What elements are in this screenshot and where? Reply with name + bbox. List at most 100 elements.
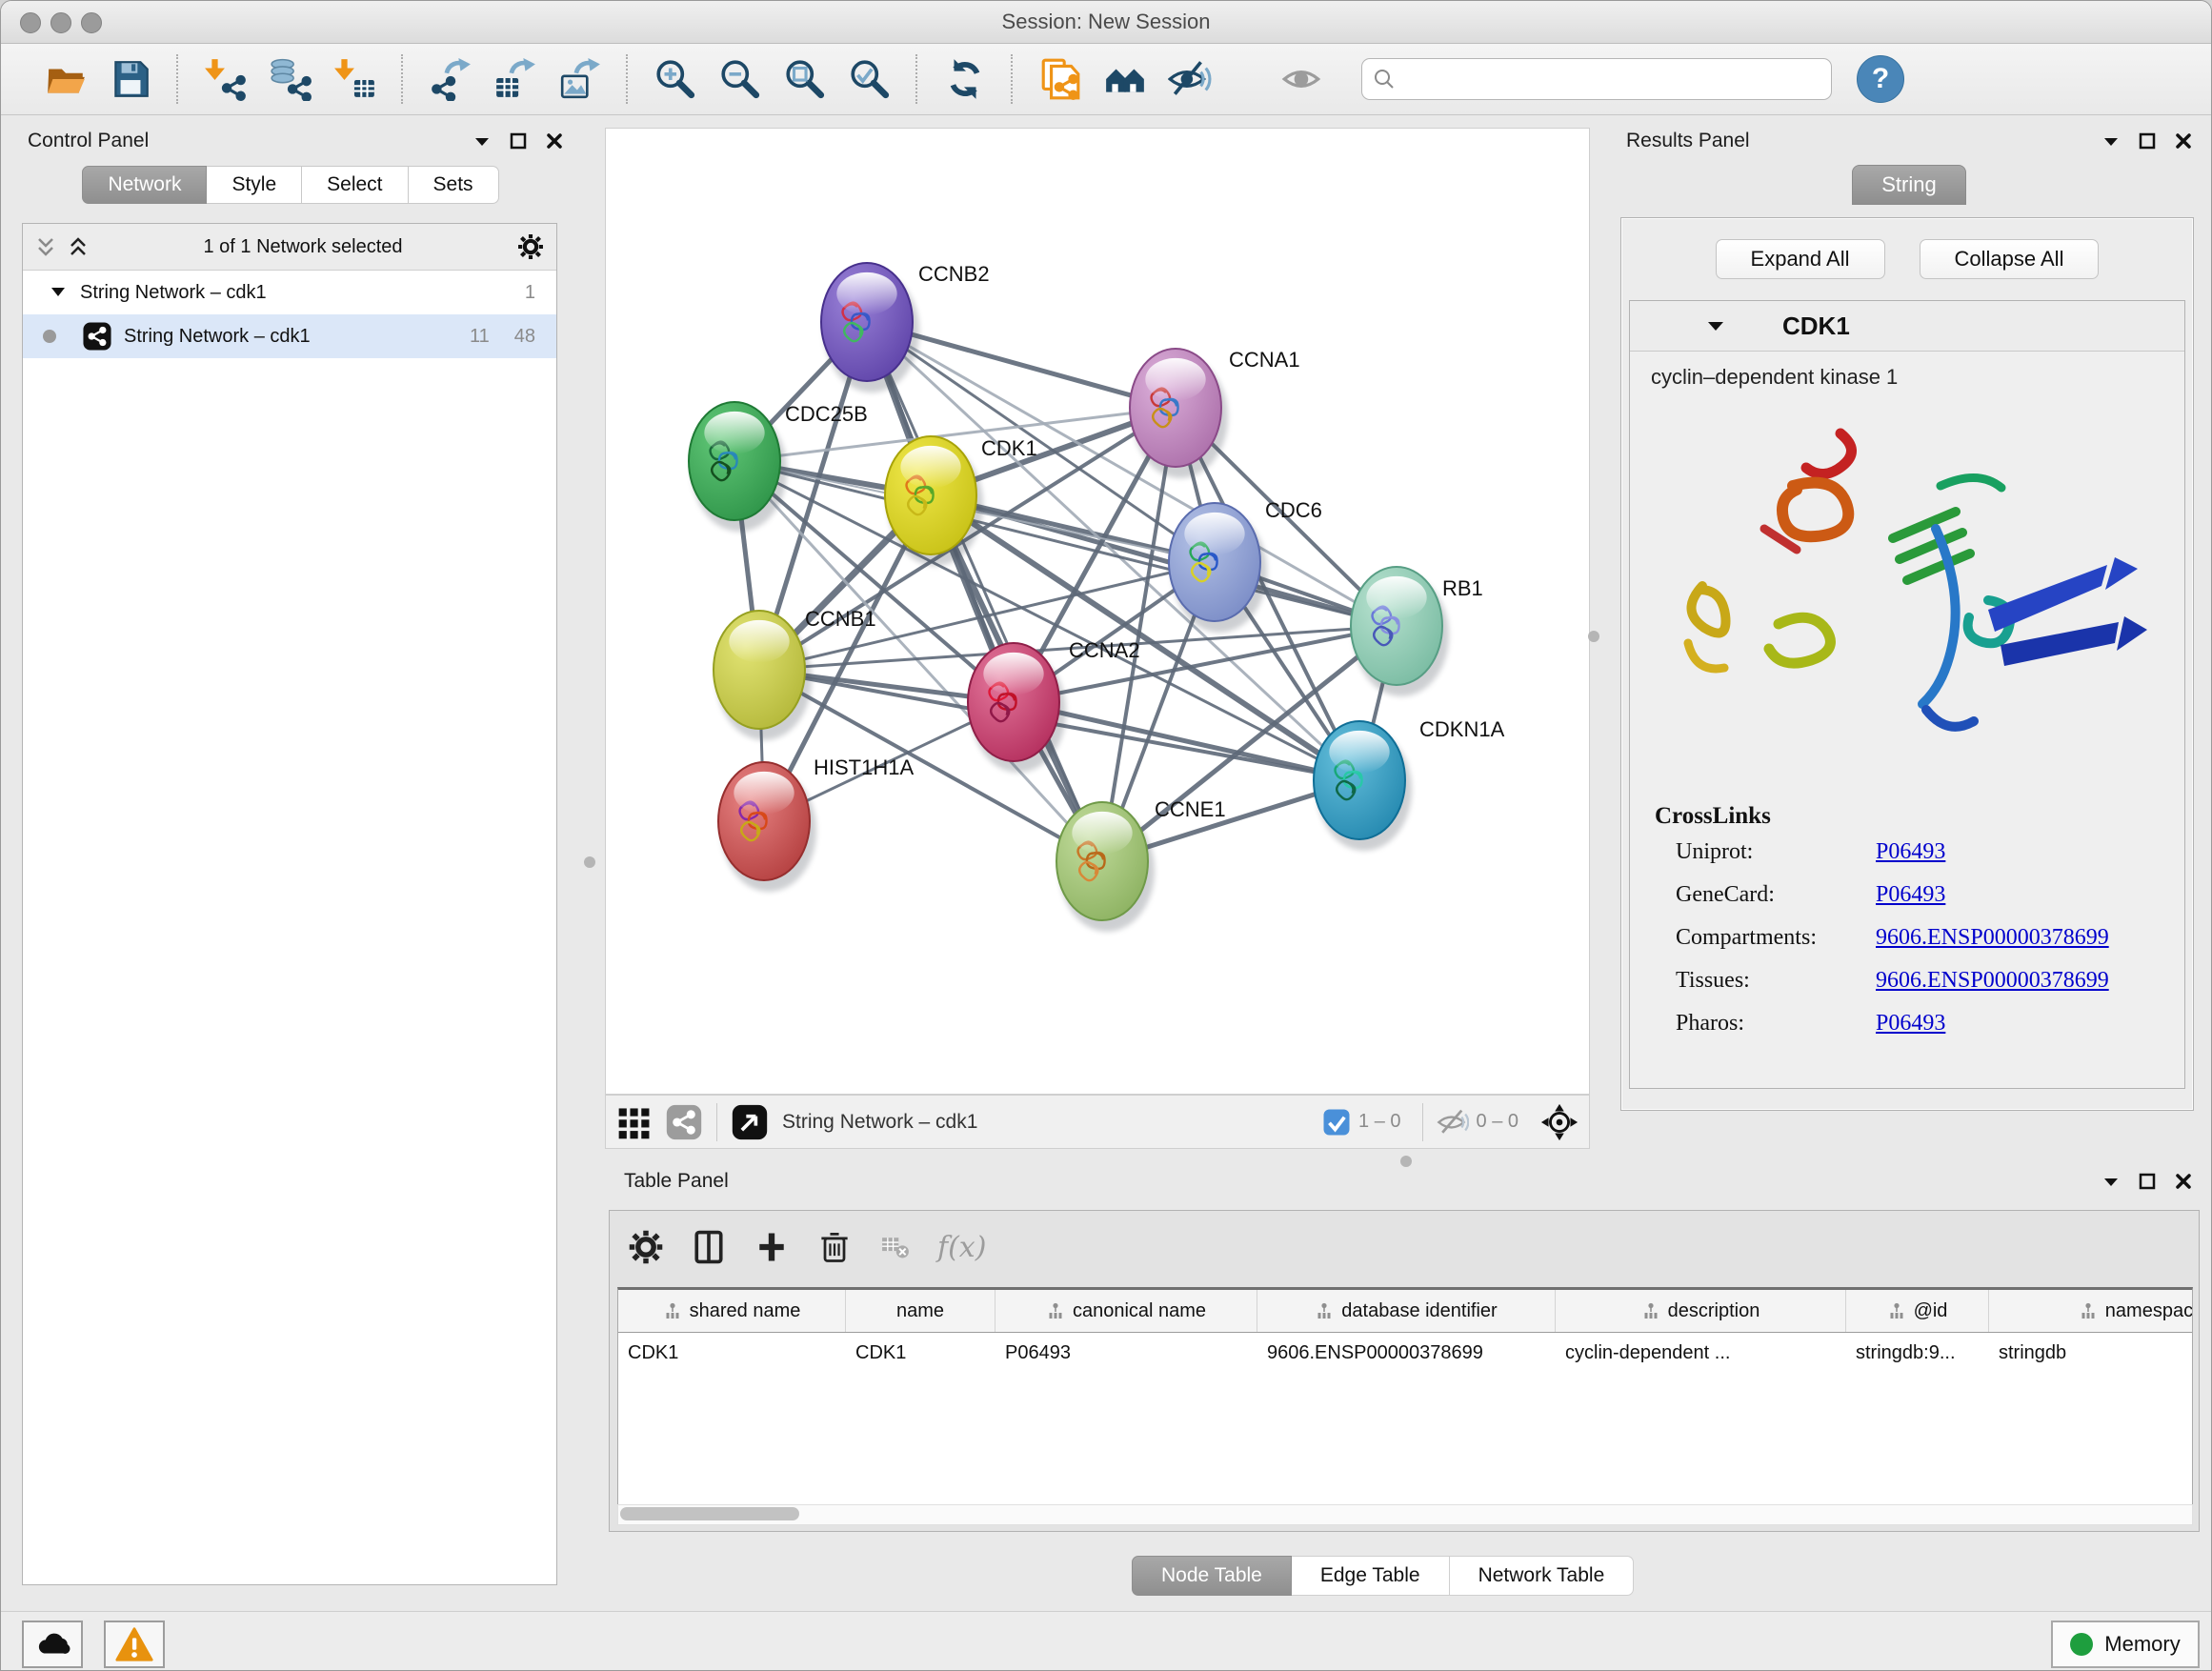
export-table-button[interactable] (488, 51, 543, 107)
window-title: Session: New Session (1, 10, 2211, 34)
tab-edge-table[interactable]: Edge Table (1292, 1556, 1450, 1596)
table-row[interactable]: CDK1CDK1P064939606.ENSP00000378699cyclin… (618, 1333, 2192, 1373)
table-cell: P06493 (995, 1342, 1257, 1364)
memory-label: Memory (2104, 1632, 2180, 1657)
network-node-ccne1[interactable]: CCNE1 (1056, 797, 1226, 932)
left-splitter-handle[interactable] (584, 856, 595, 868)
add-column-icon[interactable] (753, 1228, 791, 1266)
memory-button[interactable]: Memory (2051, 1621, 2200, 1668)
selected-checkbox-icon[interactable] (1322, 1108, 1351, 1137)
import-table-icon (333, 57, 377, 101)
network-node-ccnb2[interactable]: CCNB2 (821, 262, 990, 393)
neighbors-button[interactable] (1097, 51, 1153, 107)
tab-select[interactable]: Select (302, 166, 408, 204)
table-settings-gear-icon[interactable] (627, 1228, 665, 1266)
expand-all-tree-icon[interactable] (67, 235, 90, 258)
panel-float-icon[interactable] (2137, 131, 2158, 151)
show-columns-icon[interactable] (690, 1228, 728, 1266)
scrollbar-thumb[interactable] (620, 1507, 799, 1520)
duplicate-network-button[interactable] (1033, 51, 1088, 107)
network-badge-icon[interactable] (665, 1103, 703, 1141)
collapse-caret-icon[interactable] (1704, 314, 1727, 337)
collapse-all-button[interactable]: Collapse All (1920, 239, 2100, 279)
export-image-button[interactable] (553, 51, 608, 107)
panel-menu-icon[interactable] (2101, 131, 2122, 151)
crosslink-link[interactable]: 9606.ENSP00000378699 (1876, 925, 2109, 951)
tree-caret-icon[interactable] (50, 284, 67, 301)
expand-all-button[interactable]: Expand All (1716, 239, 1885, 279)
network-node-rb1[interactable]: RB1 (1351, 567, 1483, 696)
cloud-status-button[interactable] (22, 1621, 83, 1668)
column-header-namespace[interactable]: namespace (1989, 1290, 2193, 1332)
tab-node-table[interactable]: Node Table (1132, 1556, 1292, 1596)
main-toolbar: ? (1, 44, 2211, 115)
network-graph[interactable]: CCNB2CCNA1CDC25BCDK1CDC6RB1CCNB1CCNA2CDK… (606, 129, 1589, 1094)
panel-close-icon[interactable] (544, 131, 565, 151)
fit-selected-crosshair-icon[interactable] (1539, 1102, 1579, 1142)
bottom-splitter-handle[interactable] (1400, 1156, 1412, 1167)
zoom-selected-button[interactable] (842, 51, 897, 107)
table-horizontal-scrollbar[interactable] (617, 1504, 2193, 1525)
crosslink-link[interactable]: P06493 (1876, 1011, 1945, 1037)
network-node-hist1h1a[interactable]: HIST1H1A (718, 755, 914, 892)
delete-column-trash-icon[interactable] (815, 1228, 854, 1266)
panel-menu-icon[interactable] (472, 131, 493, 151)
search-box[interactable] (1361, 58, 1832, 100)
zoom-out-button[interactable] (713, 51, 768, 107)
grid-view-icon[interactable] (615, 1103, 654, 1141)
open-button[interactable] (38, 51, 93, 107)
hide-selected-icon (1168, 57, 1212, 101)
hide-selected-button[interactable] (1162, 51, 1217, 107)
column-header-name[interactable]: name (846, 1290, 995, 1332)
crosslink-link[interactable]: P06493 (1876, 839, 1945, 865)
import-database-button[interactable] (263, 51, 318, 107)
network-view-canvas[interactable]: CCNB2CCNA1CDC25BCDK1CDC6RB1CCNB1CCNA2CDK… (605, 128, 1590, 1095)
node-table[interactable]: shared namenamecanonical namedatabase id… (617, 1287, 2193, 1505)
network-options-gear-icon[interactable] (516, 232, 545, 261)
network-tree-row[interactable]: String Network – cdk11148 (23, 314, 556, 358)
refresh-button[interactable] (937, 51, 993, 107)
birdseye-view-icon[interactable] (731, 1103, 769, 1141)
network-tree-row[interactable]: String Network – cdk11 (23, 271, 556, 314)
import-network-button[interactable] (198, 51, 253, 107)
panel-menu-icon[interactable] (2101, 1171, 2122, 1192)
tab-style[interactable]: Style (207, 166, 302, 204)
collapse-all-tree-icon[interactable] (34, 235, 57, 258)
node-card-header[interactable]: CDK1 (1630, 301, 2184, 352)
import-table-button[interactable] (328, 51, 383, 107)
panel-close-icon[interactable] (2173, 1171, 2194, 1192)
network-node-cdc25b[interactable]: CDC25B (689, 402, 868, 532)
panel-close-icon[interactable] (2173, 131, 2194, 151)
panel-float-icon[interactable] (2137, 1171, 2158, 1192)
crosslink-link[interactable]: P06493 (1876, 882, 1945, 908)
column-header-canonical-name[interactable]: canonical name (995, 1290, 1257, 1332)
search-input[interactable] (1397, 68, 1810, 91)
tab-sets[interactable]: Sets (409, 166, 499, 204)
hidden-eye-slash-icon[interactable] (1437, 1106, 1469, 1138)
save-button[interactable] (103, 51, 158, 107)
crosslink-link[interactable]: 9606.ENSP00000378699 (1876, 968, 2109, 994)
tab-string[interactable]: String (1852, 165, 1966, 205)
network-node-cdk1[interactable]: CDK1 (885, 436, 1037, 566)
column-header-shared-name[interactable]: shared name (618, 1290, 846, 1332)
panel-float-icon[interactable] (508, 131, 529, 151)
column-header--id[interactable]: @id (1846, 1290, 1989, 1332)
network-edge[interactable] (931, 495, 1397, 626)
network-edge[interactable] (734, 461, 1397, 626)
export-network-button[interactable] (423, 51, 478, 107)
edge-count: 48 (514, 326, 535, 348)
tab-network[interactable]: Network (82, 166, 207, 204)
right-splitter-handle[interactable] (1588, 631, 1599, 642)
results-panel-title: Results Panel (1626, 130, 1750, 152)
column-header-database-identifier[interactable]: database identifier (1257, 1290, 1556, 1332)
zoom-in-button[interactable] (648, 51, 703, 107)
warning-status-button[interactable] (104, 1621, 165, 1668)
show-all-button[interactable] (1275, 51, 1330, 107)
network-node-cdkn1a[interactable]: CDKN1A (1314, 717, 1505, 851)
help-button[interactable]: ? (1857, 55, 1904, 103)
column-header-description[interactable]: description (1556, 1290, 1846, 1332)
network-node-ccna1[interactable]: CCNA1 (1130, 348, 1300, 478)
tab-network-table[interactable]: Network Table (1450, 1556, 1635, 1596)
network-node-cdc6[interactable]: CDC6 (1169, 498, 1322, 633)
zoom-fit-button[interactable] (777, 51, 833, 107)
